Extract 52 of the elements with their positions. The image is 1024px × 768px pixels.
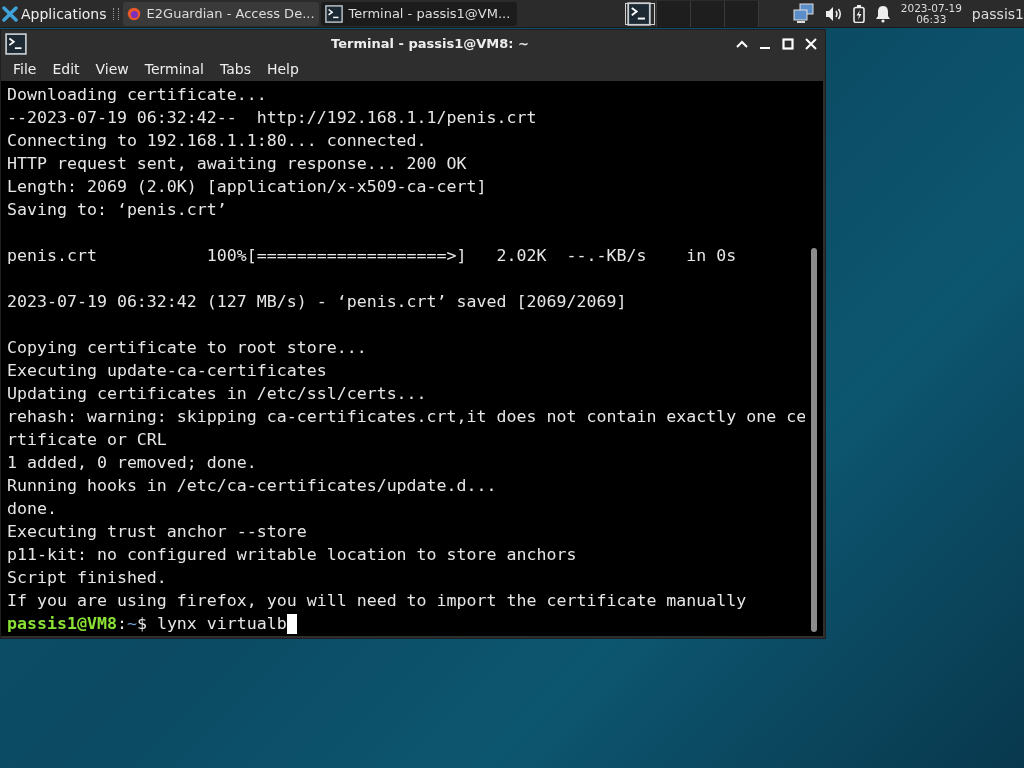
prompt-path: ~ [126, 613, 137, 635]
shade-button[interactable] [735, 39, 748, 48]
panel-handle[interactable] [112, 7, 119, 20]
scrollbar[interactable] [805, 81, 823, 636]
taskbar-button[interactable]: Terminal - passis1@VM... [320, 1, 517, 26]
scrollbar-thumb[interactable] [811, 248, 817, 632]
output-line: Connecting to 192.168.1.1:80... connected. [7, 130, 427, 152]
menu-item[interactable]: Edit [44, 61, 88, 77]
applications-menu[interactable]: Applications [0, 0, 109, 27]
taskbar-button[interactable]: E2Guardian - Access De... [122, 1, 319, 26]
output-line: 1 added, 0 removed; done. [7, 452, 257, 474]
menu-item[interactable]: View [87, 61, 137, 77]
output-line: Executing trust anchor --store [7, 521, 307, 543]
bell-icon[interactable] [874, 4, 891, 23]
terminal-icon [627, 1, 652, 26]
output-line: done. [7, 498, 57, 520]
prompt-command: $ lynx virtualb [136, 613, 287, 635]
output-line: 2023-07-19 06:32:42 (127 MB/s) - ‘penis.crt’ saved [2069/2069] [7, 291, 627, 313]
output-line: Updating certificates in /etc/ssl/certs... [7, 383, 427, 405]
terminal-icon [5, 32, 27, 55]
output-line: Script finished. [7, 567, 167, 589]
output-line: Executing update-ca-certificates [7, 360, 327, 382]
menu-item[interactable]: Terminal [136, 61, 212, 77]
output-line: p11-kit: no configured writable location to store anchors [7, 544, 577, 566]
output-line: rtificate or CRL [7, 429, 167, 451]
output-line: Length: 2069 (2.0K) [application/x-x509-ca-cert] [7, 176, 487, 198]
output-line: Downloading certificate... [7, 84, 267, 106]
output-line: If you are using firefox, you will need to import the certificate manually [7, 590, 747, 612]
output-line: penis.crt 100%[===================>] 2.02K --.-KB/s in 0s [7, 245, 737, 267]
menu-item[interactable]: File [5, 61, 45, 77]
output-line: rehash: warning: skipping ca-certificates.crt,it does not contain exactly one ce [7, 406, 805, 428]
menu-item[interactable]: Help [258, 61, 307, 77]
output-line: Running hooks in /etc/ca-certificates/update.d... [7, 475, 497, 497]
maximize-button[interactable] [781, 37, 794, 50]
workspace-button[interactable] [622, 0, 657, 27]
window-title: Terminal - passis1@VM8: ~ [330, 36, 530, 51]
clock[interactable]: 2023-07-19 06:33 [900, 2, 962, 25]
output-line: Saving to: ‘penis.crt’ [7, 199, 227, 221]
volume-icon[interactable] [824, 5, 843, 22]
text-cursor [286, 614, 297, 634]
output-line: --2023-07-19 06:32:42-- http://192.168.1.1/penis.crt [7, 107, 537, 129]
close-button[interactable] [804, 37, 817, 50]
prompt-user-host: passis1@VM8 [7, 613, 117, 635]
terminal-icon [324, 4, 343, 23]
menu-item[interactable]: Tabs [211, 61, 259, 77]
user-name[interactable]: passis1 [971, 5, 1024, 22]
network-icon[interactable] [792, 2, 815, 25]
battery-icon[interactable] [852, 4, 865, 23]
x-logo-icon [2, 5, 18, 22]
prompt-separator: : [116, 613, 127, 635]
output-line: HTTP request sent, awaiting response... 200 OK [7, 153, 467, 175]
output-line: Copying certificate to root store... [7, 337, 367, 359]
